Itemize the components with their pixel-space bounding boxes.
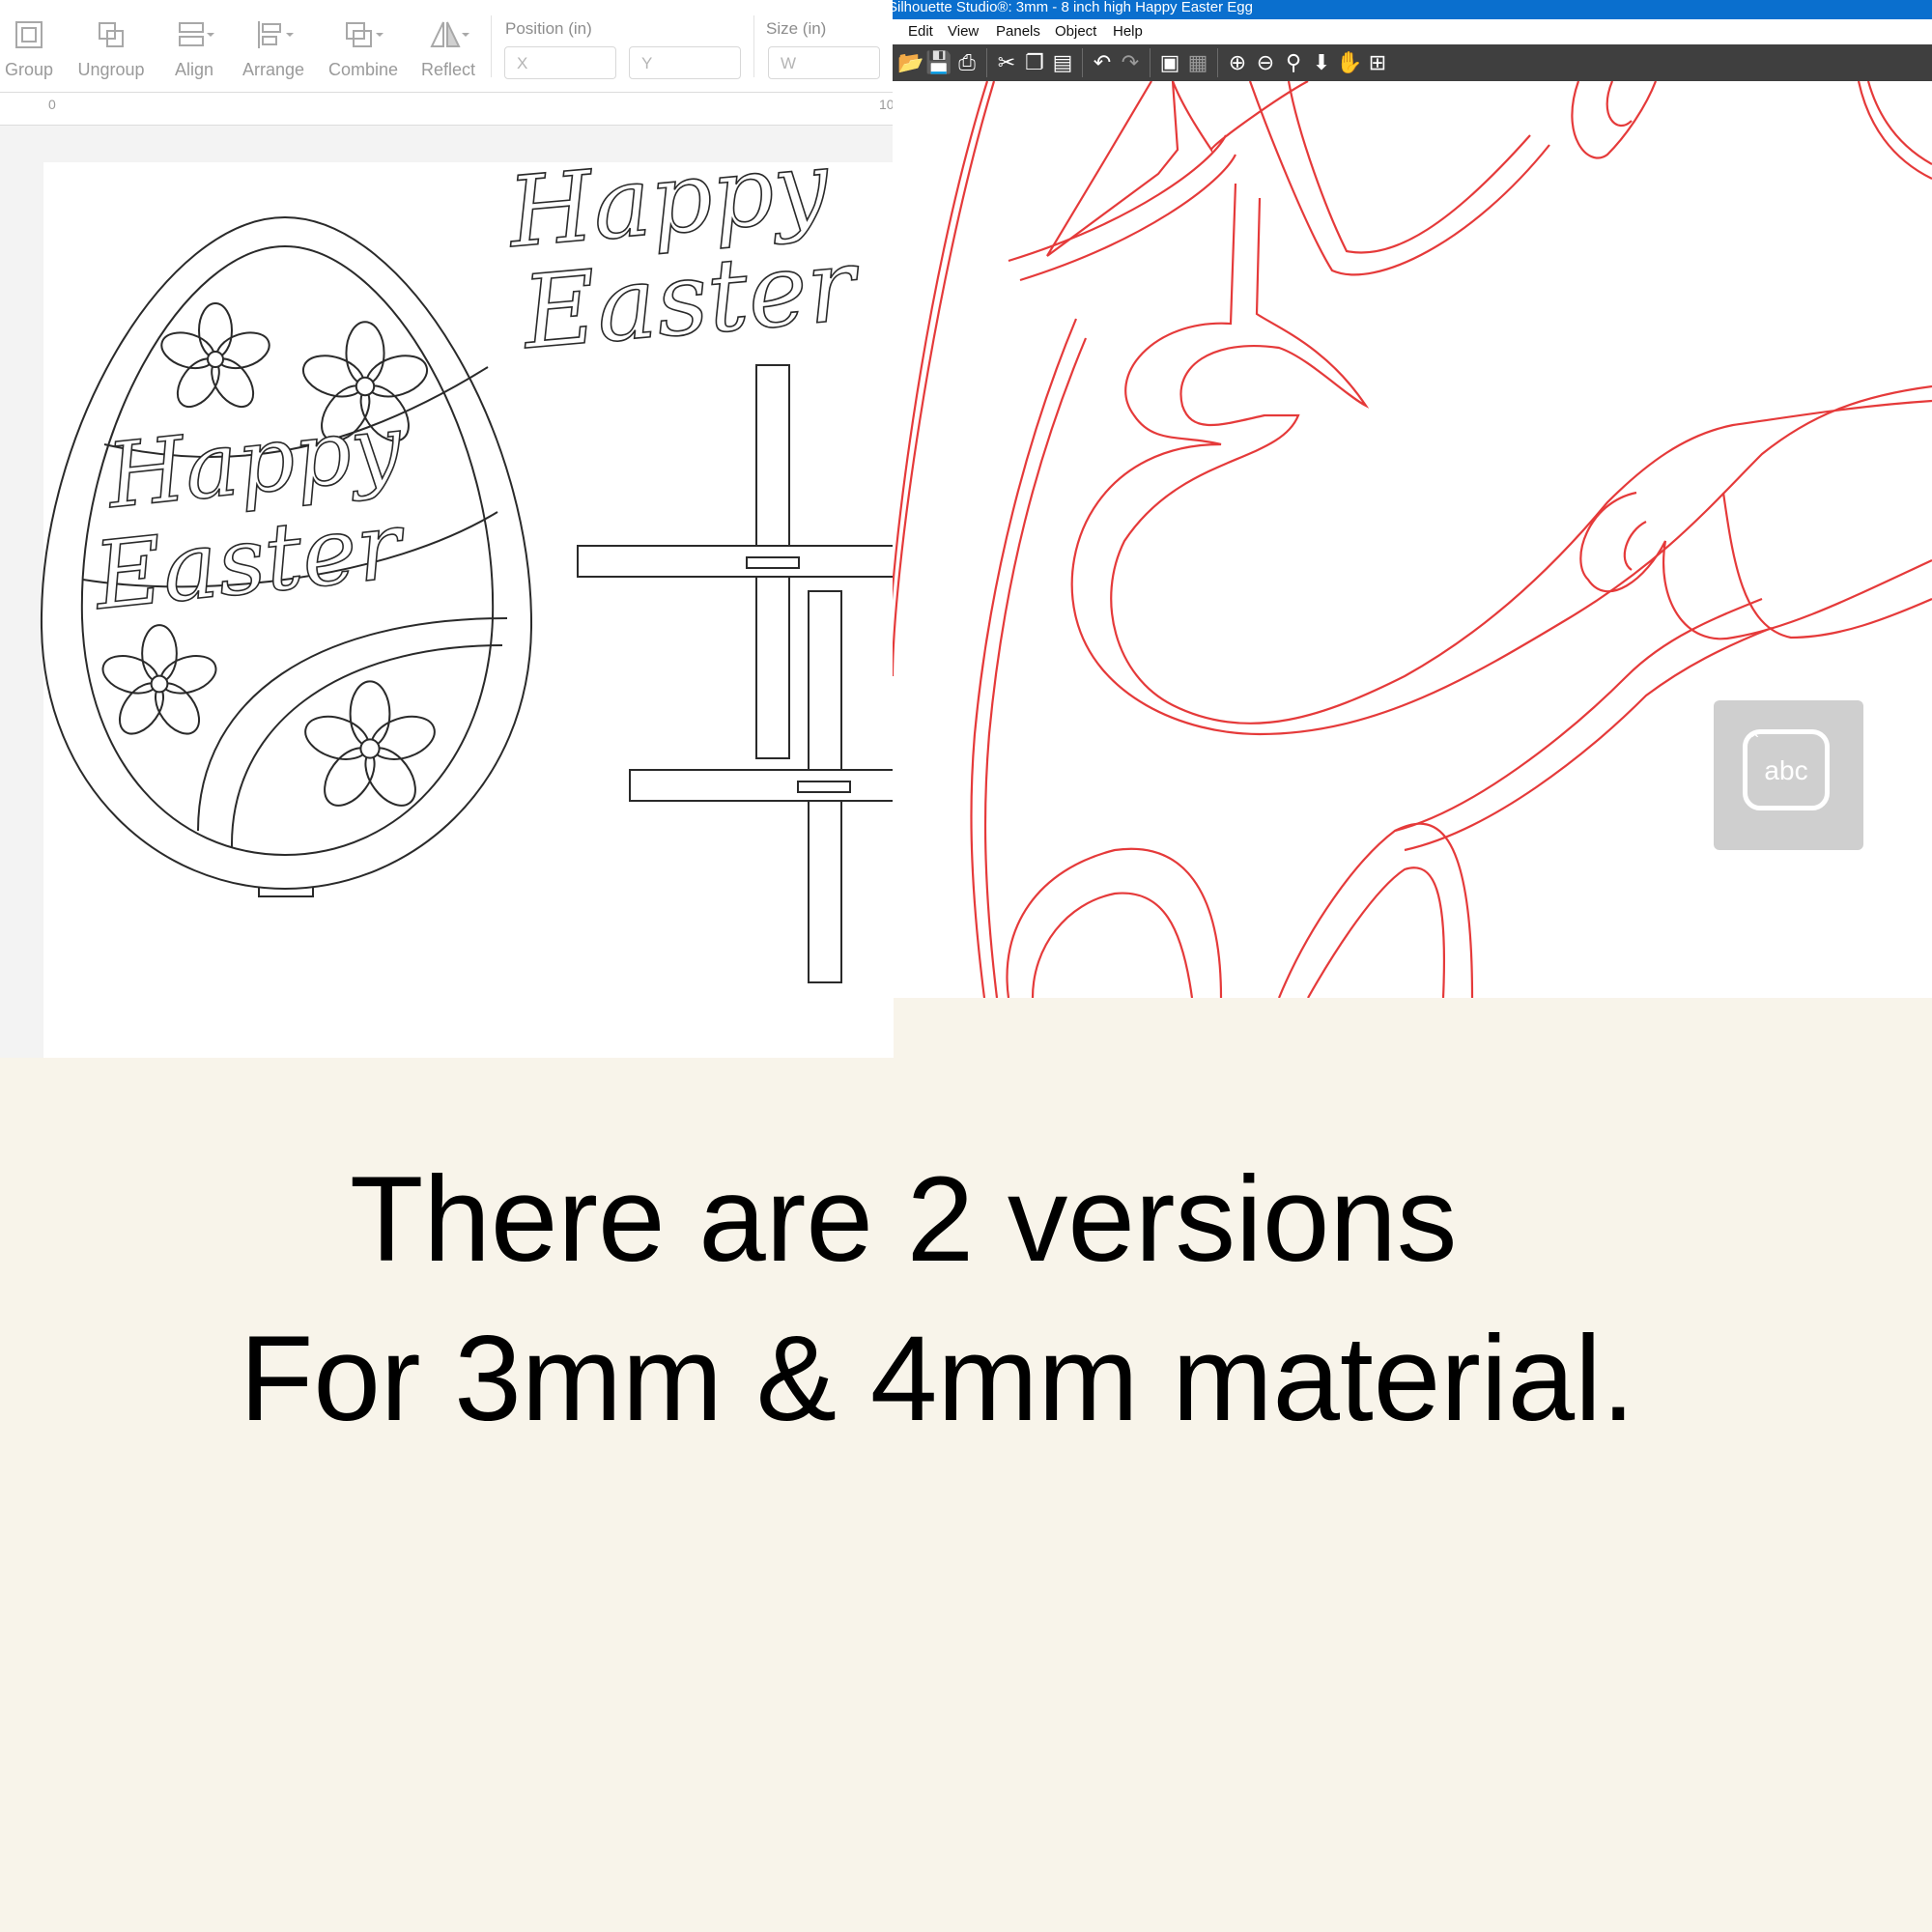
flower-petal	[101, 655, 159, 695]
egg-inner-cut-line	[893, 81, 989, 601]
letter-e-outline	[1070, 183, 1932, 736]
zoom-in-icon[interactable]: ⊕	[1224, 49, 1251, 76]
open-icon[interactable]: 📂	[897, 49, 924, 76]
flower-petal	[141, 624, 178, 683]
save-icon[interactable]: 💾	[925, 49, 952, 76]
letter-a-outline	[1579, 491, 1932, 640]
flower-center	[359, 738, 381, 759]
menu-edit[interactable]: Edit	[908, 23, 933, 40]
undo-icon[interactable]: ↶	[1089, 49, 1116, 76]
flower-center	[150, 674, 169, 694]
toolbar-divider	[1082, 48, 1083, 77]
stand-slot-1	[746, 556, 800, 569]
line-curve	[1857, 81, 1932, 180]
letter-e-inner	[1110, 197, 1932, 724]
egg-divider-band	[197, 617, 508, 832]
flower-icon	[304, 680, 436, 807]
flower-petal	[370, 715, 436, 760]
letter-a-curve	[1605, 81, 1633, 128]
stand-slot-2	[797, 781, 851, 793]
text-tool-icon: ˆ abc	[1743, 729, 1830, 810]
letter-h-stroke	[1046, 81, 1179, 257]
studio-toolbar: 📂 💾 ⎙ ✂ ❐ ▤ ↶ ↷ ▣ ▦ ⊕ ⊖ ⚲ ⬇ ✋ ⊞	[893, 44, 1932, 81]
flower-petal	[304, 715, 370, 760]
letter-h-stroke	[1171, 81, 1309, 154]
flower-petal	[159, 655, 217, 695]
group-icon[interactable]: ▣	[1156, 49, 1183, 76]
redo-icon[interactable]: ↷	[1117, 49, 1144, 76]
move-down-icon[interactable]: ⬇	[1308, 49, 1335, 76]
flower-petal	[365, 355, 429, 398]
cut-lines-canvas[interactable]	[893, 81, 1932, 998]
stand-crossbar-1	[577, 545, 894, 578]
ungroup-icon[interactable]: ▦	[1184, 49, 1211, 76]
stand-crossbar-2	[629, 769, 894, 802]
design-artwork[interactable]: Happy Easter Happy Easter	[0, 0, 894, 1058]
text-tool-label: abc	[1764, 755, 1808, 785]
line-curve	[1019, 154, 1236, 282]
zoom-fit-icon[interactable]: ⚲	[1280, 49, 1307, 76]
flower-petal	[349, 680, 391, 748]
add-page-icon[interactable]: ⊞	[1364, 49, 1391, 76]
paste-icon[interactable]: ▤	[1049, 49, 1076, 76]
menu-object[interactable]: Object	[1055, 23, 1096, 40]
flower-icon	[101, 624, 217, 735]
letter-a-curve	[1571, 81, 1658, 159]
line-curve	[1394, 597, 1763, 833]
letter-a-outline	[1721, 492, 1932, 639]
copy-icon[interactable]: ❐	[1021, 49, 1048, 76]
flower-petal	[160, 331, 215, 370]
egg-lower-cut-line	[983, 337, 1088, 998]
window-title: Silhouette Studio®: 3mm - 8 inch high Ha…	[893, 0, 1253, 15]
silhouette-studio-window: Silhouette Studio®: 3mm - 8 inch high Ha…	[893, 0, 1932, 998]
print-icon[interactable]: ⎙	[953, 49, 980, 76]
menu-panels[interactable]: Panels	[996, 23, 1040, 40]
caption-line-2: For 3mm & 4mm material.	[240, 1312, 1635, 1446]
flower-petal	[345, 321, 385, 385]
line-curve	[1866, 81, 1932, 165]
flower-petal	[301, 355, 365, 398]
caret-icon: ˆ	[1751, 730, 1759, 754]
pan-hand-icon[interactable]: ✋	[1336, 49, 1363, 76]
toolbar-divider	[986, 48, 987, 77]
letter-s-outline	[1031, 892, 1194, 998]
cut-icon[interactable]: ✂	[993, 49, 1020, 76]
flower-icon	[160, 302, 270, 409]
menu-help[interactable]: Help	[1113, 23, 1143, 40]
menu-view[interactable]: View	[948, 23, 979, 40]
flower-petal	[198, 302, 233, 358]
zoom-out-icon[interactable]: ⊖	[1252, 49, 1279, 76]
egg-cut-line	[893, 81, 996, 677]
flower-center	[355, 376, 376, 397]
letter-h-crossbar	[1287, 81, 1531, 254]
caption-line-1: There are 2 versions	[350, 1152, 1458, 1287]
flower-center	[207, 351, 224, 368]
toolbar-divider	[1217, 48, 1218, 77]
text-tool-button[interactable]: ˆ abc	[1714, 700, 1863, 850]
design-space: Group Ungroup Align Arrange Combine Refl…	[0, 0, 894, 1058]
letter-a-outline	[1623, 521, 1647, 571]
toolbar-divider	[1150, 48, 1151, 77]
flower-petal	[215, 331, 270, 370]
window-titlebar: Silhouette Studio®: 3mm - 8 inch high Ha…	[893, 0, 1932, 19]
letter-t-outline	[1307, 867, 1446, 998]
menu-bar: Edit View Panels Object Help	[893, 19, 1932, 44]
